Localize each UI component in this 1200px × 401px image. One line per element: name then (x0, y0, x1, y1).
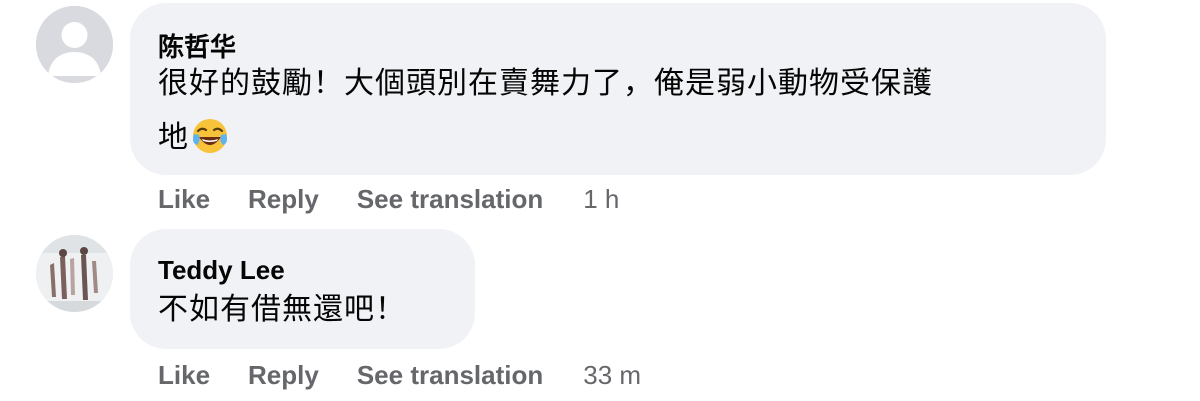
comment-bubble: Teddy Lee 不如有借無還吧！ (130, 229, 475, 349)
reply-button[interactable]: Reply (248, 360, 319, 391)
reply-button[interactable]: Reply (248, 184, 319, 215)
comment-text-line: 很好的鼓勵！大個頭別在賣舞力了，俺是弱小動物受保護 (158, 67, 933, 100)
avatar[interactable] (36, 6, 113, 83)
like-button[interactable]: Like (158, 360, 210, 391)
comment-timestamp[interactable]: 33 m (583, 360, 641, 391)
comment-actions: Like Reply See translation 33 m (158, 360, 641, 391)
comment-text-fragment: 地 (158, 121, 189, 154)
comment-text: 很好的鼓勵！大個頭別在賣舞力了，俺是弱小動物受保護 地 (158, 57, 933, 173)
comment-text-line: 地 (158, 111, 933, 173)
see-translation-button[interactable]: See translation (357, 184, 543, 215)
face-with-tears-of-joy-icon (191, 117, 229, 173)
comment-text-line: 不如有借無還吧！ (158, 293, 406, 326)
comment-text: 不如有借無還吧！ (158, 283, 406, 337)
profile-photo-icon (36, 235, 113, 312)
comment-author[interactable]: Teddy Lee (158, 255, 285, 286)
avatar[interactable] (36, 235, 113, 312)
like-button[interactable]: Like (158, 184, 210, 215)
comment-timestamp[interactable]: 1 h (583, 184, 619, 215)
see-translation-button[interactable]: See translation (357, 360, 543, 391)
comment-actions: Like Reply See translation 1 h (158, 184, 619, 215)
comment-bubble: 陈哲华 很好的鼓勵！大個頭別在賣舞力了，俺是弱小動物受保護 地 (130, 3, 1106, 175)
default-avatar-icon (36, 6, 113, 83)
